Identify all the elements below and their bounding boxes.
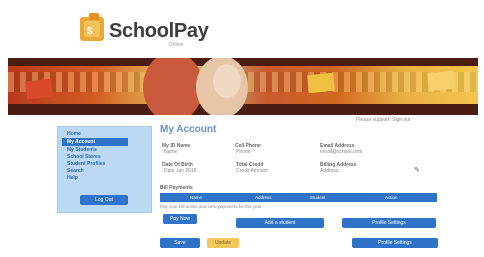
logo-subtitle: Online (169, 42, 184, 48)
profile-settings-button[interactable]: Profile Settings (352, 238, 438, 248)
pay-now-button[interactable]: Pay Now (163, 214, 197, 224)
edit-pencil-icon[interactable]: ✎ (414, 167, 421, 174)
logout-button[interactable]: Log Out (80, 195, 128, 205)
table-header-name: Name (190, 195, 203, 200)
action-button[interactable]: Profile Settings (342, 218, 436, 228)
save-button[interactable]: Save (160, 238, 200, 248)
sidebar: Home My Account My Students School Store… (57, 126, 152, 213)
sidebar-item-school-stores[interactable]: School Stores (67, 154, 101, 160)
section-title: Bill Payments (160, 185, 193, 191)
table-header-address: Address (255, 195, 272, 200)
add-student-button[interactable]: Add a student (236, 218, 324, 228)
payments-table-header: Name Address Student Action (160, 193, 437, 202)
table-row: Pay your bill online and view payments f… (160, 204, 262, 209)
sidebar-item-my-account[interactable]: My Account (62, 138, 128, 146)
update-button[interactable]: Update (207, 238, 239, 248)
sidebar-item-help[interactable]: Help (67, 175, 78, 181)
sidebar-item-student-profiles[interactable]: Student Profiles (67, 161, 105, 167)
page-title: My Account (160, 124, 217, 135)
table-header-action: Action (385, 195, 398, 200)
field-value-email: email@school.com (320, 149, 363, 155)
logo-text: SchoolPay (109, 20, 209, 42)
table-header-student: Student (310, 195, 326, 200)
sidebar-item-my-students[interactable]: My Students (67, 147, 97, 153)
header-top-link[interactable]: Please support! Sign out (356, 117, 410, 123)
field-value-phone: Phone (236, 149, 251, 155)
field-value-address: Address (320, 168, 339, 174)
field-value-name: Name (164, 149, 178, 155)
svg-text:$: $ (87, 26, 93, 37)
sidebar-item-search[interactable]: Search (67, 168, 84, 174)
hero-banner (8, 58, 478, 115)
schoolpay-logo-icon: $ (80, 13, 104, 41)
field-value-credit: Credit Amount (236, 168, 268, 174)
field-value-dob: Date Jan 2018 (164, 168, 197, 174)
sidebar-item-home[interactable]: Home (67, 131, 81, 137)
